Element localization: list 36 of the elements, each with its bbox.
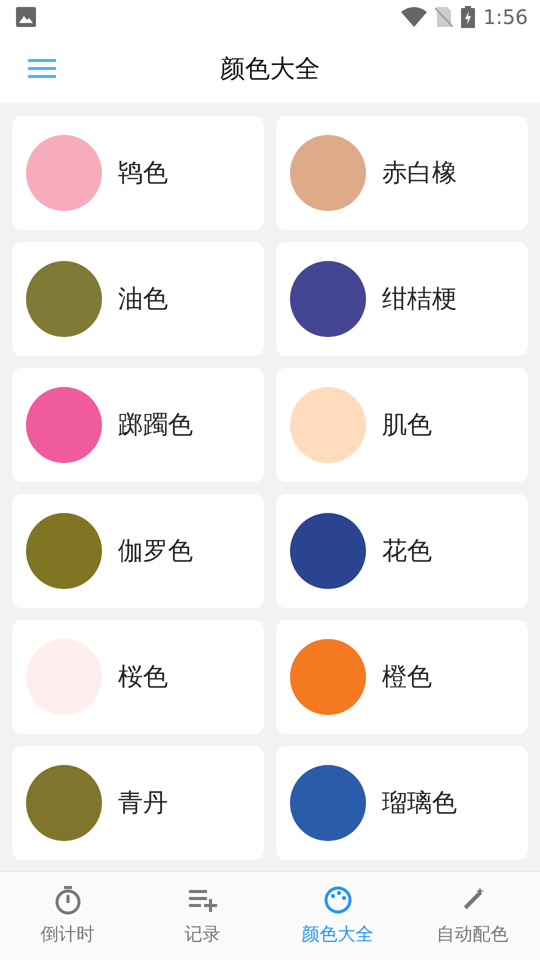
stopwatch-icon <box>52 884 82 914</box>
image-icon <box>16 7 36 27</box>
page-title: 颜色大全 <box>220 52 320 85</box>
status-time: 1:56 <box>483 4 528 31</box>
color-card[interactable]: 伽罗色 <box>12 494 264 608</box>
color-card[interactable]: 肌色 <box>276 368 528 482</box>
color-name: 绀桔梗 <box>382 283 457 316</box>
color-card[interactable]: 瑠璃色 <box>276 746 528 860</box>
color-card[interactable]: 鸨色 <box>12 116 264 230</box>
palette-icon <box>322 884 352 914</box>
menu-icon <box>28 59 56 79</box>
battery-icon <box>461 6 476 28</box>
color-name: 踯躅色 <box>118 409 193 442</box>
nav-tab[interactable]: 自动配色 <box>405 872 540 960</box>
color-name: 伽罗色 <box>118 535 193 568</box>
color-card[interactable]: 橙色 <box>276 620 528 734</box>
color-name: 橙色 <box>382 661 432 694</box>
color-card[interactable]: 桜色 <box>12 620 264 734</box>
color-name: 花色 <box>382 535 432 568</box>
color-card[interactable]: 踯躅色 <box>12 368 264 482</box>
color-name: 瑠璃色 <box>382 787 457 820</box>
nav-tab[interactable]: 记录 <box>135 872 270 960</box>
color-card[interactable]: 赤白橡 <box>276 116 528 230</box>
color-card[interactable]: 绀桔梗 <box>276 242 528 356</box>
nav-tab[interactable]: 倒计时 <box>0 872 135 960</box>
color-card[interactable]: 油色 <box>12 242 264 356</box>
color-name: 桜色 <box>118 661 168 694</box>
color-name: 青丹 <box>118 787 168 820</box>
color-card[interactable]: 青丹 <box>12 746 264 860</box>
color-name: 油色 <box>118 283 168 316</box>
color-name: 肌色 <box>382 409 432 442</box>
color-name: 赤白橡 <box>382 157 457 190</box>
color-name: 鸨色 <box>118 157 168 190</box>
no-sim-icon <box>435 7 454 27</box>
color-card[interactable]: 花色 <box>276 494 528 608</box>
wifi-icon <box>401 7 428 27</box>
